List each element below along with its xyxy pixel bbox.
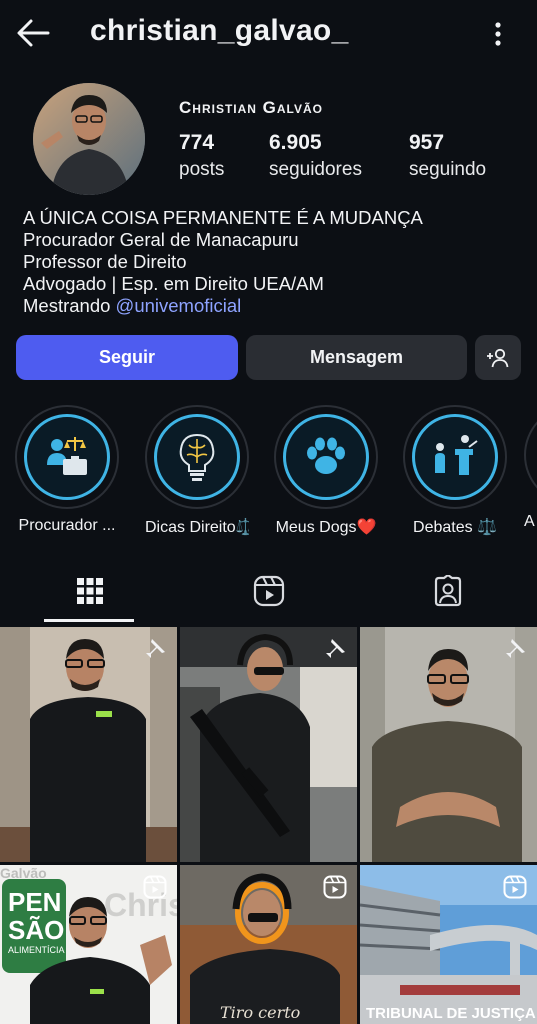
highlight-meus-dogs[interactable]: Meus Dogs❤️ [274,405,378,537]
bio-line: Procurador Geral de Manacapuru [23,229,299,250]
highlight-ring [274,405,378,509]
paw-icon [307,437,345,474]
profile-bio: A ÚNICA COISA PERMANENTE É A MUDANÇA Pro… [23,207,423,317]
more-vertical-icon[interactable] [489,18,507,50]
stat-posts[interactable]: 774 posts [179,131,224,181]
post-caption-text: Tiro certo [220,1003,301,1022]
grid-post[interactable]: Tiro certo [180,865,357,1024]
tab-tagged[interactable] [358,560,537,622]
stat-posts-label: posts [179,159,225,180]
justice-icon [47,437,87,475]
bio-mention-link[interactable]: @univemoficial [116,295,242,316]
grid-icon [76,578,103,604]
bio-line: Advogado | Esp. em Direito UEA/AM [23,273,324,294]
post-photo [360,627,537,862]
podium-icon [435,435,478,475]
profile-avatar[interactable] [33,83,145,195]
stat-followers-label: seguidores [269,159,362,180]
pin-icon [146,639,165,658]
grid-post[interactable] [180,627,357,862]
highlight-dicas-direito[interactable]: Dicas Direito⚖️ [145,405,249,537]
stat-followers-value: 6.905 [269,131,322,154]
post-photo [0,627,177,862]
reels-icon [253,575,284,607]
bio-line: Professor de Direito [23,251,187,272]
top-bar: christian_galvao_ [0,0,537,68]
pin-icon [506,639,525,658]
pin-icon [326,639,345,658]
stat-posts-value: 774 [179,131,215,154]
highlight-label: Procurador ... [18,517,116,534]
stat-following[interactable]: 957 seguindo [409,131,486,181]
grid-post[interactable] [0,627,177,862]
stat-followers[interactable]: 6.905 seguidores [269,131,362,181]
stat-following-label: seguindo [409,159,487,180]
message-button[interactable]: Mensagem [246,335,467,380]
grid-post[interactable]: Chris Galvão PEN SÃO ALIMENTÍCIA [0,865,177,1024]
grid-post[interactable]: TRIBUNAL DE JUSTIÇA [360,865,537,1024]
highlight-cover [283,414,369,500]
highlight-ring [15,405,119,509]
highlight-cover [24,414,110,500]
active-tab-indicator [44,619,134,622]
avatar-photo [33,83,145,195]
bio-line: Mestrando @univemoficial [23,295,423,317]
highlight-label: Dicas Direito⚖️ [145,519,249,536]
highlight-cover [154,414,240,500]
brain-icon [179,433,215,481]
tagged-icon [434,575,461,607]
highlight-debates[interactable]: Debates ⚖️ [403,405,507,537]
bio-line: A ÚNICA COISA PERMANENTE É A MUDANÇA [23,207,423,228]
profile-username: christian_galvao_ [90,14,349,47]
highlight-label: Meus Dogs❤️ [275,519,377,536]
suggest-users-button[interactable] [475,335,521,380]
person-add-icon [487,348,509,367]
highlight-cover [412,414,498,500]
stat-following-value: 957 [409,131,445,154]
reels-icon [143,875,167,899]
posts-grid: Chris Galvão PEN SÃO ALIMENTÍCIA Tiro ce… [0,627,537,1024]
reels-icon [323,875,347,899]
highlight-label: Debates ⚖️ [413,519,497,536]
highlight-label: A [524,513,535,530]
profile-tabs [0,560,537,622]
follow-button[interactable]: Seguir [16,335,238,380]
highlight-ring [145,405,249,509]
highlight-ring [524,405,537,505]
highlight-procurador[interactable]: Procurador ... [15,405,119,535]
bio-prefix: Mestrando [23,295,116,316]
reels-icon [503,875,527,899]
highlight-partial[interactable]: A [524,405,537,531]
profile-display-name: Christian Galvão [179,98,323,117]
post-photo [180,627,357,862]
tab-reels[interactable] [179,560,358,622]
grid-post[interactable] [360,627,537,862]
tab-grid[interactable] [0,560,179,622]
post-caption-text: TRIBUNAL DE JUSTIÇA [366,1005,536,1022]
highlight-ring [403,405,507,509]
arrow-left-icon[interactable] [14,16,52,50]
